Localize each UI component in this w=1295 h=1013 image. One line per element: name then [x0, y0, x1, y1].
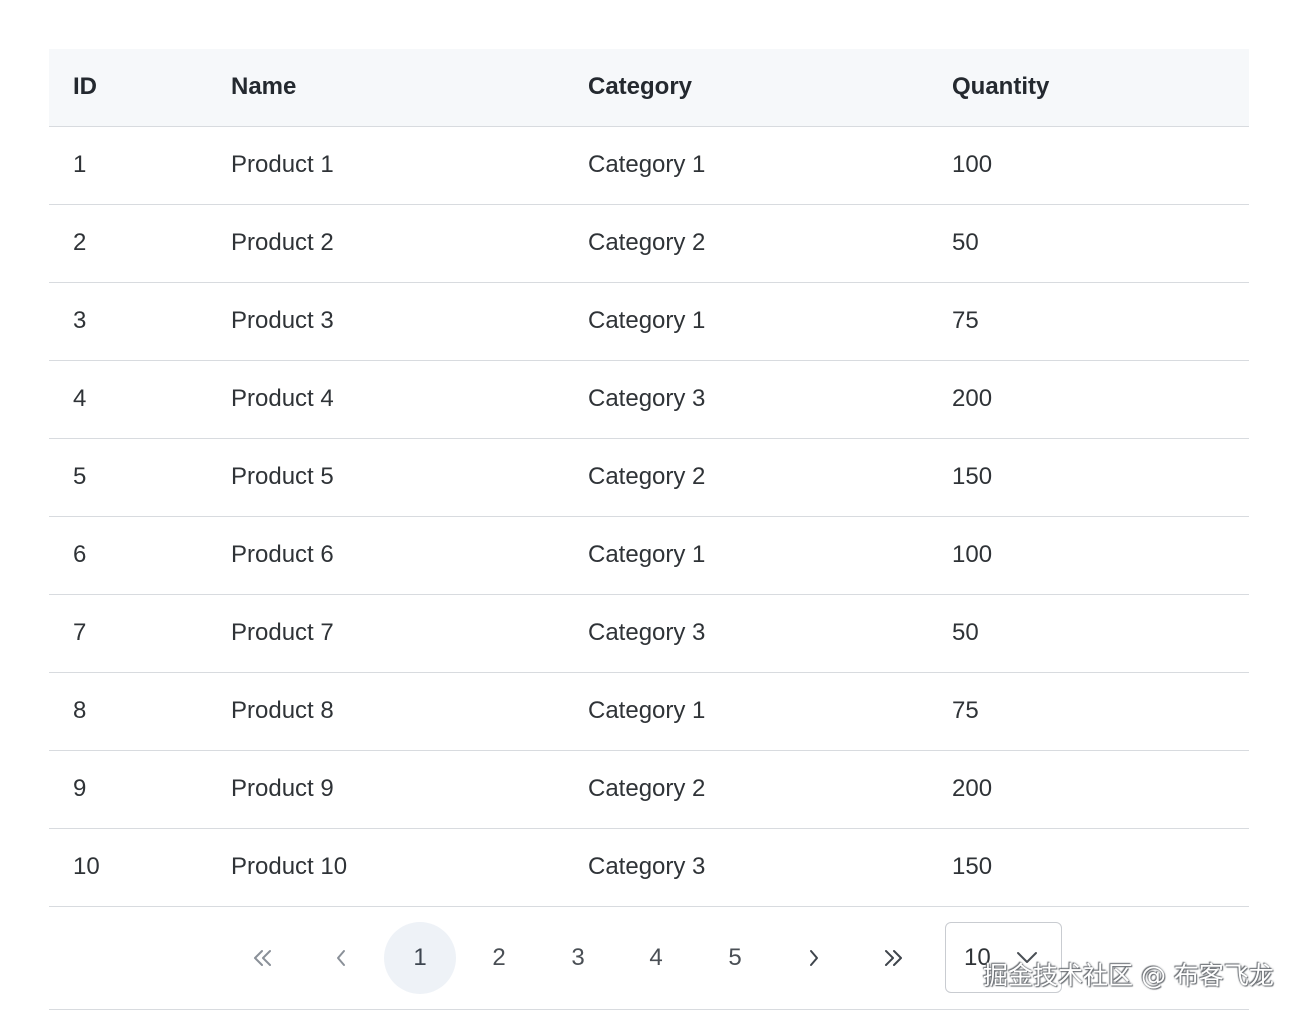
- table-row: 1 Product 1 Category 1 100: [49, 126, 1249, 205]
- chevron-right-icon: [810, 950, 818, 966]
- cell-quantity: 50: [952, 204, 1249, 283]
- cell-id: 6: [49, 516, 231, 595]
- table-header-row: ID Name Category Quantity: [49, 49, 1249, 127]
- double-chevron-left-icon: [254, 950, 271, 966]
- cell-name: Product 3: [231, 282, 588, 361]
- cell-name: Product 4: [231, 360, 588, 439]
- page-button-5[interactable]: 5: [699, 922, 771, 994]
- table-row: 8 Product 8 Category 1 75: [49, 672, 1249, 751]
- cell-quantity: 200: [952, 360, 1249, 439]
- table-row: 5 Product 5 Category 2 150: [49, 438, 1249, 517]
- cell-quantity: 50: [952, 594, 1249, 673]
- cell-category: Category 3: [588, 828, 952, 907]
- cell-category: Category 3: [588, 594, 952, 673]
- cell-name: Product 9: [231, 750, 588, 829]
- cell-quantity: 150: [952, 828, 1249, 907]
- page-button-4[interactable]: 4: [620, 922, 692, 994]
- cell-id: 5: [49, 438, 231, 517]
- table-row: 2 Product 2 Category 2 50: [49, 204, 1249, 283]
- cell-category: Category 1: [588, 282, 952, 361]
- column-header-quantity[interactable]: Quantity: [952, 49, 1249, 127]
- cell-category: Category 2: [588, 750, 952, 829]
- page-button-2[interactable]: 2: [463, 922, 535, 994]
- cell-category: Category 2: [588, 204, 952, 283]
- cell-name: Product 1: [231, 126, 588, 205]
- cell-id: 9: [49, 750, 231, 829]
- cell-name: Product 5: [231, 438, 588, 517]
- cell-quantity: 75: [952, 672, 1249, 751]
- cell-name: Product 6: [231, 516, 588, 595]
- cell-quantity: 100: [952, 516, 1249, 595]
- table-row: 6 Product 6 Category 1 100: [49, 516, 1249, 595]
- cell-category: Category 2: [588, 438, 952, 517]
- cell-id: 2: [49, 204, 231, 283]
- cell-category: Category 3: [588, 360, 952, 439]
- cell-quantity: 200: [952, 750, 1249, 829]
- cell-id: 8: [49, 672, 231, 751]
- next-page-button[interactable]: [778, 922, 850, 994]
- cell-category: Category 1: [588, 672, 952, 751]
- data-table-container: ID Name Category Quantity 1 Product 1 Ca…: [49, 49, 1249, 907]
- cell-name: Product 2: [231, 204, 588, 283]
- column-header-id[interactable]: ID: [49, 49, 231, 127]
- product-table: ID Name Category Quantity 1 Product 1 Ca…: [49, 49, 1249, 907]
- previous-page-button[interactable]: [305, 922, 377, 994]
- cell-id: 10: [49, 828, 231, 907]
- table-row: 4 Product 4 Category 3 200: [49, 360, 1249, 439]
- last-page-button[interactable]: [857, 922, 929, 994]
- cell-name: Product 8: [231, 672, 588, 751]
- column-header-category[interactable]: Category: [588, 49, 952, 127]
- cell-quantity: 100: [952, 126, 1249, 205]
- watermark-text: 掘金技术社区 @ 布客飞龙: [983, 961, 1274, 990]
- column-header-name[interactable]: Name: [231, 49, 588, 127]
- cell-name: Product 7: [231, 594, 588, 673]
- table-row: 3 Product 3 Category 1 75: [49, 282, 1249, 361]
- cell-category: Category 1: [588, 126, 952, 205]
- cell-name: Product 10: [231, 828, 588, 907]
- double-chevron-right-icon: [885, 950, 902, 966]
- table-row: 9 Product 9 Category 2 200: [49, 750, 1249, 829]
- page-button-3[interactable]: 3: [542, 922, 614, 994]
- cell-id: 4: [49, 360, 231, 439]
- cell-category: Category 1: [588, 516, 952, 595]
- cell-quantity: 150: [952, 438, 1249, 517]
- table-row: 7 Product 7 Category 3 50: [49, 594, 1249, 673]
- cell-quantity: 75: [952, 282, 1249, 361]
- cell-id: 3: [49, 282, 231, 361]
- table-row: 10 Product 10 Category 3 150: [49, 828, 1249, 907]
- page-button-1[interactable]: 1: [384, 922, 456, 994]
- first-page-button[interactable]: [227, 922, 299, 994]
- cell-id: 1: [49, 126, 231, 205]
- chevron-left-icon: [337, 950, 345, 966]
- cell-id: 7: [49, 594, 231, 673]
